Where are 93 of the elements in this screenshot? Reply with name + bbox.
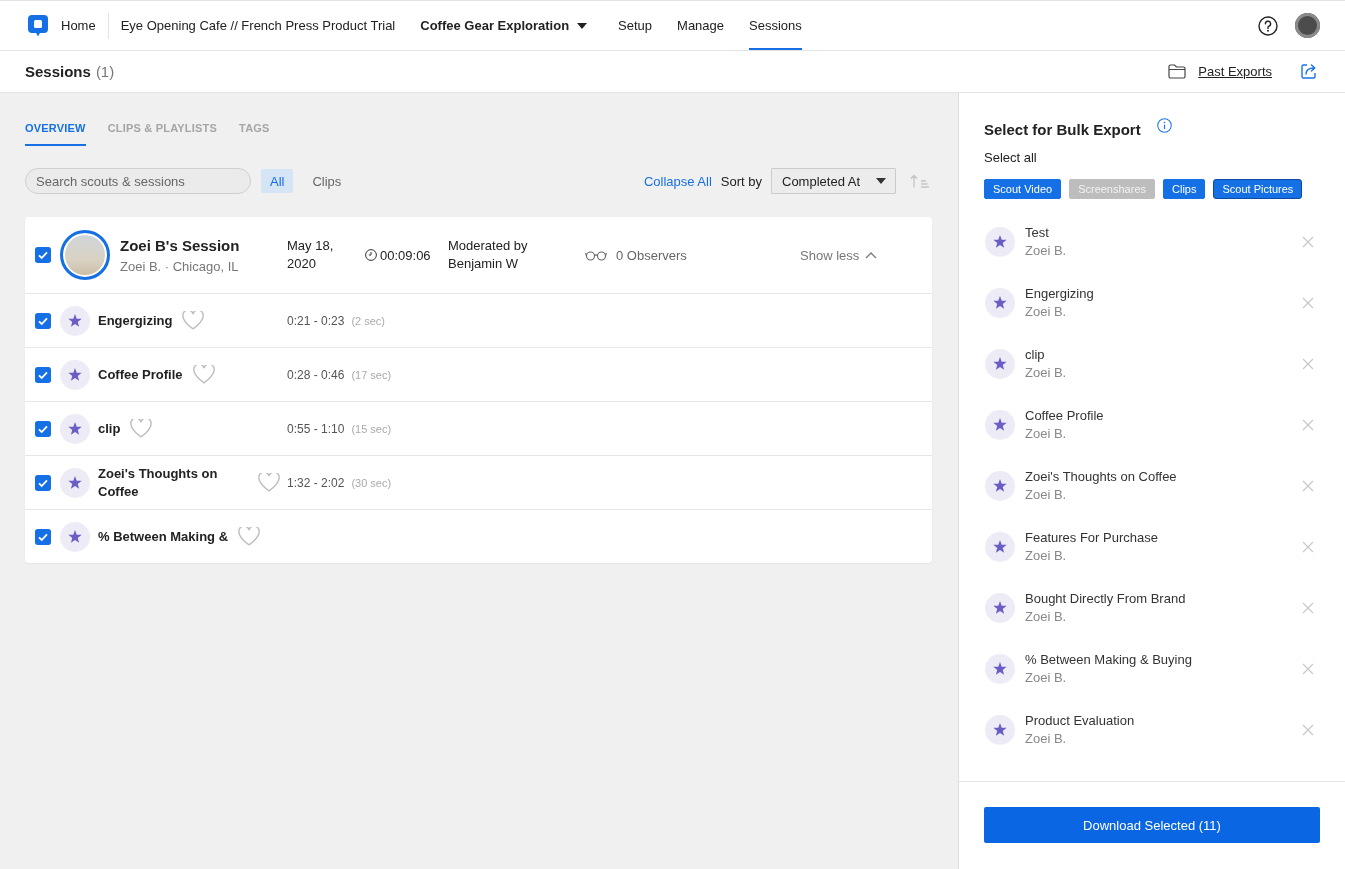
nav-tab[interactable]: Sessions [749, 1, 802, 50]
session-date: May 18, 2020 [287, 237, 335, 273]
item-title: % Between Making & Buying [1025, 650, 1192, 669]
checkbox[interactable] [35, 366, 51, 383]
checkbox[interactable] [35, 420, 51, 437]
download-button[interactable]: Download Selected (11) [984, 807, 1320, 843]
clip-length: (30 sec) [351, 476, 392, 489]
item-author: Zoei B. [1025, 485, 1067, 504]
photo-placeholder [60, 230, 110, 280]
item-author: Zoei B. [1025, 607, 1067, 626]
project-link[interactable]: Eye Opening Cafe // French Press Product Trial [120, 18, 396, 33]
session-duration: 00:09:06 [380, 247, 431, 263]
close-icon[interactable] [1302, 601, 1314, 614]
show-less-button[interactable]: Show less [800, 247, 878, 263]
info-icon[interactable] [1156, 118, 1172, 133]
clip-title: Engergizing [98, 311, 173, 330]
item-title: Bought Directly From Brand [1025, 589, 1186, 608]
item-title: Engergizing [1025, 284, 1094, 303]
item-title: clip [1025, 345, 1045, 364]
heart-icon[interactable] [258, 473, 280, 492]
item-title: Product Evaluation [1025, 711, 1135, 730]
collapse-all-link[interactable]: Collapse All [643, 173, 712, 189]
page-title: Sessions [25, 63, 91, 80]
close-icon[interactable] [1302, 418, 1314, 431]
session-subtitle: Zoei B. · Chicago, IL [120, 258, 239, 275]
checkbox[interactable] [35, 474, 51, 491]
heart-icon[interactable] [182, 311, 205, 330]
clip-range: 0:28 - 0:46 [287, 367, 345, 382]
item-author: Zoei B. [1025, 302, 1067, 321]
filter-chip[interactable]: Scout Pictures [1213, 179, 1303, 199]
filter-button[interactable]: Clips [303, 169, 351, 193]
clip-range: 0:55 - 1:10 [287, 421, 345, 436]
filter-chip[interactable]: Clips [1163, 179, 1206, 199]
item-title: Features For Purchase [1025, 528, 1158, 547]
search-field[interactable]: Search scouts & sessions [25, 168, 251, 194]
select-all-link[interactable]: Select all [984, 150, 1037, 166]
checkbox[interactable] [35, 247, 51, 263]
item-author: Zoei B. [1025, 546, 1067, 565]
item-title: Test [1025, 223, 1049, 242]
glasses-icon [585, 249, 607, 261]
heart-icon[interactable] [192, 365, 215, 384]
item-author: Zoei B. [1025, 424, 1067, 443]
clip-length: (17 sec) [351, 368, 392, 381]
tab[interactable]: OVERVIEW [25, 122, 86, 146]
panel-title: Select for Bulk Export [984, 121, 1141, 139]
caret-icon [876, 178, 886, 184]
close-icon[interactable] [1302, 296, 1314, 309]
session-count: (1) [95, 63, 115, 80]
item-author: Zoei B. [1025, 241, 1067, 260]
sort-dropdown[interactable]: Completed At [771, 168, 896, 194]
clip-title: Coffee Profile [98, 365, 183, 384]
nav-tab[interactable]: Manage [677, 1, 725, 50]
close-icon[interactable] [1302, 235, 1314, 248]
close-icon[interactable] [1302, 723, 1314, 736]
share-icon[interactable] [1300, 63, 1317, 80]
close-icon[interactable] [1302, 540, 1314, 553]
item-author: Zoei B. [1025, 729, 1067, 748]
folder-icon[interactable] [1168, 64, 1187, 79]
study-dropdown[interactable]: Coffee Gear Exploration [420, 18, 588, 33]
clip-range: 1:32 - 2:02 [287, 475, 345, 490]
close-icon[interactable] [1302, 662, 1314, 675]
item-author: Zoei B. [1025, 363, 1067, 382]
observers-count: 0 Observers [616, 247, 687, 263]
moderator-text: Moderated by Benjamin W [448, 237, 529, 273]
filter-chip[interactable]: Scout Video [984, 179, 1062, 199]
checkbox[interactable] [35, 312, 51, 329]
clip-title: clip [98, 419, 121, 438]
nav-tab[interactable]: Setup [618, 1, 653, 50]
sort-label: Sort by [720, 173, 762, 189]
filter-button[interactable]: All [261, 169, 294, 193]
clip-length: (2 sec) [351, 314, 385, 327]
clip-range: 0:21 - 0:23 [287, 313, 345, 328]
caret-icon [577, 22, 588, 29]
checkbox[interactable] [35, 528, 51, 545]
chevron-up-icon [865, 251, 878, 259]
close-icon[interactable] [1302, 479, 1314, 492]
session-title: Zoei B's Session [120, 235, 240, 256]
clip-length: (15 sec) [351, 422, 392, 435]
user-avatar[interactable] [1295, 13, 1320, 38]
sort-icon[interactable] [910, 174, 932, 188]
item-title: Zoei's Thoughts on Coffee [1025, 467, 1177, 486]
logo-icon[interactable] [28, 14, 48, 37]
item-title: Coffee Profile [1025, 406, 1104, 425]
heart-icon[interactable] [238, 527, 261, 546]
close-icon[interactable] [1302, 357, 1314, 370]
clip-title: % Between Making & [98, 527, 229, 546]
help-icon[interactable] [1258, 15, 1278, 36]
item-author: Zoei B. [1025, 668, 1067, 687]
clock-icon [365, 249, 377, 261]
heart-icon[interactable] [130, 419, 153, 438]
clip-title: Zoei's Thoughts on Coffee [98, 464, 219, 501]
past-exports-link[interactable]: Past Exports [1198, 64, 1272, 79]
home-link[interactable]: Home [61, 18, 96, 33]
